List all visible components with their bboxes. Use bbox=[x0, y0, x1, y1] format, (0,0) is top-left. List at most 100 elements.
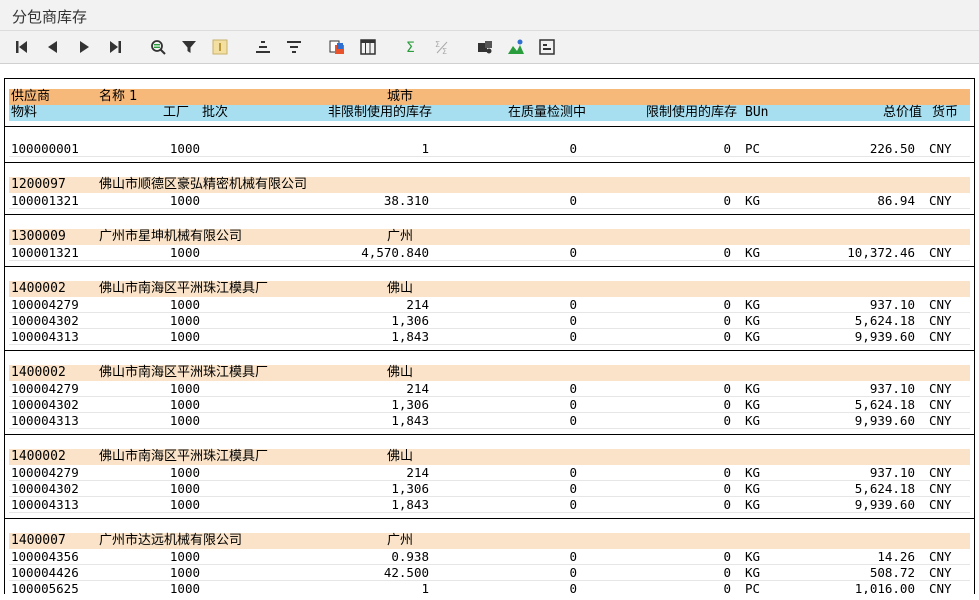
cell-bun: PC bbox=[745, 141, 761, 156]
cell-material: 100004302 bbox=[11, 397, 79, 412]
cell-currency: CNY bbox=[929, 313, 952, 328]
column-header-unrestricted[interactable]: 非限制使用的库存 bbox=[328, 105, 432, 121]
cell-restricted: 0 bbox=[723, 381, 731, 396]
cell-material: 100005625 bbox=[11, 581, 79, 594]
cell-restricted: 0 bbox=[723, 413, 731, 428]
cell-unrestricted: 214 bbox=[406, 465, 429, 480]
column-header-batch[interactable]: 批次 bbox=[202, 105, 228, 121]
table-row[interactable]: 100004279 1000 214 0 0 KG 937.10 CNY bbox=[9, 465, 970, 481]
cell-quality: 0 bbox=[569, 381, 577, 396]
vendor-header-row[interactable]: 1400007 广州市达远机械有限公司 广州 bbox=[9, 533, 970, 549]
vendor-header-row[interactable]: 1400002 佛山市南海区平洲珠江模具厂 佛山 bbox=[9, 281, 970, 297]
column-header-bun[interactable]: BUn bbox=[745, 105, 768, 121]
cell-restricted: 0 bbox=[723, 497, 731, 512]
export-icon[interactable] bbox=[325, 35, 349, 59]
table-row[interactable]: 100004279 1000 214 0 0 KG 937.10 CNY bbox=[9, 297, 970, 313]
find-icon[interactable] bbox=[146, 35, 170, 59]
filter-icon[interactable] bbox=[177, 35, 201, 59]
layout-settings-icon[interactable] bbox=[473, 35, 497, 59]
vendor-header-row[interactable]: 1300009 广州市星坤机械有限公司 广州 bbox=[9, 229, 970, 245]
table-row[interactable]: 100004313 1000 1,843 0 0 KG 9,939.60 CNY bbox=[9, 413, 970, 429]
cell-plant: 1000 bbox=[169, 329, 200, 344]
cell-unrestricted: 214 bbox=[406, 381, 429, 396]
table-row[interactable]: 100001321 1000 38.310 0 0 KG 86.94 CNY bbox=[9, 193, 970, 209]
subtotal-icon[interactable]: ΣΣ bbox=[430, 35, 454, 59]
column-header-vendor[interactable]: 供应商 bbox=[11, 89, 50, 105]
header-divider bbox=[5, 126, 974, 127]
cell-unrestricted: 1 bbox=[421, 581, 429, 594]
cell-restricted: 0 bbox=[723, 141, 731, 156]
cell-currency: CNY bbox=[929, 381, 952, 396]
cell-plant: 1000 bbox=[169, 313, 200, 328]
column-header-material[interactable]: 物料 bbox=[11, 105, 37, 121]
table-row[interactable]: 100004426 1000 42.500 0 0 KG 508.72 CNY bbox=[9, 565, 970, 581]
last-page-icon[interactable] bbox=[103, 35, 127, 59]
cell-unrestricted: 38.310 bbox=[383, 193, 429, 208]
graphic-icon[interactable] bbox=[504, 35, 528, 59]
table-row[interactable]: 100004302 1000 1,306 0 0 KG 5,624.18 CNY bbox=[9, 313, 970, 329]
cell-plant: 1000 bbox=[169, 141, 200, 156]
column-header-name[interactable]: 名称 1 bbox=[99, 89, 137, 105]
cell-plant: 1000 bbox=[169, 245, 200, 260]
layout-icon[interactable] bbox=[356, 35, 380, 59]
next-page-icon[interactable] bbox=[72, 35, 96, 59]
table-row[interactable]: 100000001 1000 1 0 0 PC 226.50 CNY bbox=[9, 141, 970, 157]
table-row[interactable]: 100004302 1000 1,306 0 0 KG 5,624.18 CNY bbox=[9, 397, 970, 413]
header-row-vendor: 供应商 名称 1 城市 bbox=[9, 89, 970, 105]
table-row[interactable]: 100004356 1000 0.938 0 0 KG 14.26 CNY bbox=[9, 549, 970, 565]
table-row[interactable]: 100004313 1000 1,843 0 0 KG 9,939.60 CNY bbox=[9, 329, 970, 345]
cell-unrestricted: 4,570.840 bbox=[361, 245, 429, 260]
cell-total: 10,372.46 bbox=[847, 245, 915, 260]
cell-plant: 1000 bbox=[169, 581, 200, 594]
vendor-header-row[interactable]: 1200097 佛山市顺德区豪弘精密机械有限公司 bbox=[9, 177, 970, 193]
column-header-total[interactable]: 总价值 bbox=[883, 105, 922, 121]
cell-plant: 1000 bbox=[169, 465, 200, 480]
table-row[interactable]: 100001321 1000 4,570.840 0 0 KG 10,372.46 CNY bbox=[9, 245, 970, 261]
cell-material: 100004302 bbox=[11, 313, 79, 328]
cell-material: 100000001 bbox=[11, 141, 79, 156]
cell-bun: KG bbox=[745, 397, 761, 412]
sort-ascending-icon[interactable] bbox=[251, 35, 275, 59]
cell-restricted: 0 bbox=[723, 193, 731, 208]
cell-currency: CNY bbox=[929, 413, 952, 428]
column-header-restricted[interactable]: 限制使用的库存 bbox=[646, 105, 737, 121]
cell-quality: 0 bbox=[569, 497, 577, 512]
vendor-header-row[interactable]: 1400002 佛山市南海区平洲珠江模具厂 佛山 bbox=[9, 365, 970, 381]
details-icon[interactable] bbox=[535, 35, 559, 59]
table-row[interactable]: 100004313 1000 1,843 0 0 KG 9,939.60 CNY bbox=[9, 497, 970, 513]
vendor-name: 广州市星坤机械有限公司 bbox=[99, 229, 243, 244]
cell-total: 9,939.60 bbox=[854, 329, 915, 344]
cell-bun: PC bbox=[745, 581, 761, 594]
cell-restricted: 0 bbox=[723, 465, 731, 480]
cell-bun: KG bbox=[745, 381, 761, 396]
table-row[interactable]: 100005625 1000 1 0 0 PC 1,016.00 CNY bbox=[9, 581, 970, 594]
table-row[interactable]: 100004279 1000 214 0 0 KG 937.10 CNY bbox=[9, 381, 970, 397]
column-header-plant[interactable]: 工厂 bbox=[163, 105, 189, 121]
cell-plant: 1000 bbox=[169, 297, 200, 312]
previous-page-icon[interactable] bbox=[41, 35, 65, 59]
cell-bun: KG bbox=[745, 313, 761, 328]
sum-icon[interactable]: Σ bbox=[399, 35, 423, 59]
sort-descending-icon[interactable] bbox=[282, 35, 306, 59]
cell-quality: 0 bbox=[569, 313, 577, 328]
first-page-icon[interactable] bbox=[10, 35, 34, 59]
cell-restricted: 0 bbox=[723, 313, 731, 328]
cell-unrestricted: 42.500 bbox=[383, 565, 429, 580]
cell-total: 9,939.60 bbox=[854, 413, 915, 428]
vendor-group: 1300009 广州市星坤机械有限公司 广州 100001321 1000 4,570.8… bbox=[5, 229, 974, 267]
cell-restricted: 0 bbox=[723, 549, 731, 564]
cell-currency: CNY bbox=[929, 581, 952, 594]
cell-quality: 0 bbox=[569, 481, 577, 496]
table-row[interactable]: 100004302 1000 1,306 0 0 KG 5,624.18 CNY bbox=[9, 481, 970, 497]
cell-plant: 1000 bbox=[169, 497, 200, 512]
cell-unrestricted: 1,843 bbox=[391, 329, 429, 344]
cell-total: 226.50 bbox=[869, 141, 915, 156]
toolbar: Σ ΣΣ bbox=[0, 31, 979, 64]
cell-bun: KG bbox=[745, 245, 761, 260]
column-header-quality[interactable]: 在质量检测中 bbox=[508, 105, 586, 121]
highlight-icon[interactable] bbox=[208, 35, 232, 59]
vendor-id: 1300009 bbox=[11, 229, 66, 244]
column-header-city[interactable]: 城市 bbox=[387, 89, 413, 105]
column-header-currency[interactable]: 货币 bbox=[932, 105, 958, 121]
vendor-header-row[interactable]: 1400002 佛山市南海区平洲珠江模具厂 佛山 bbox=[9, 449, 970, 465]
